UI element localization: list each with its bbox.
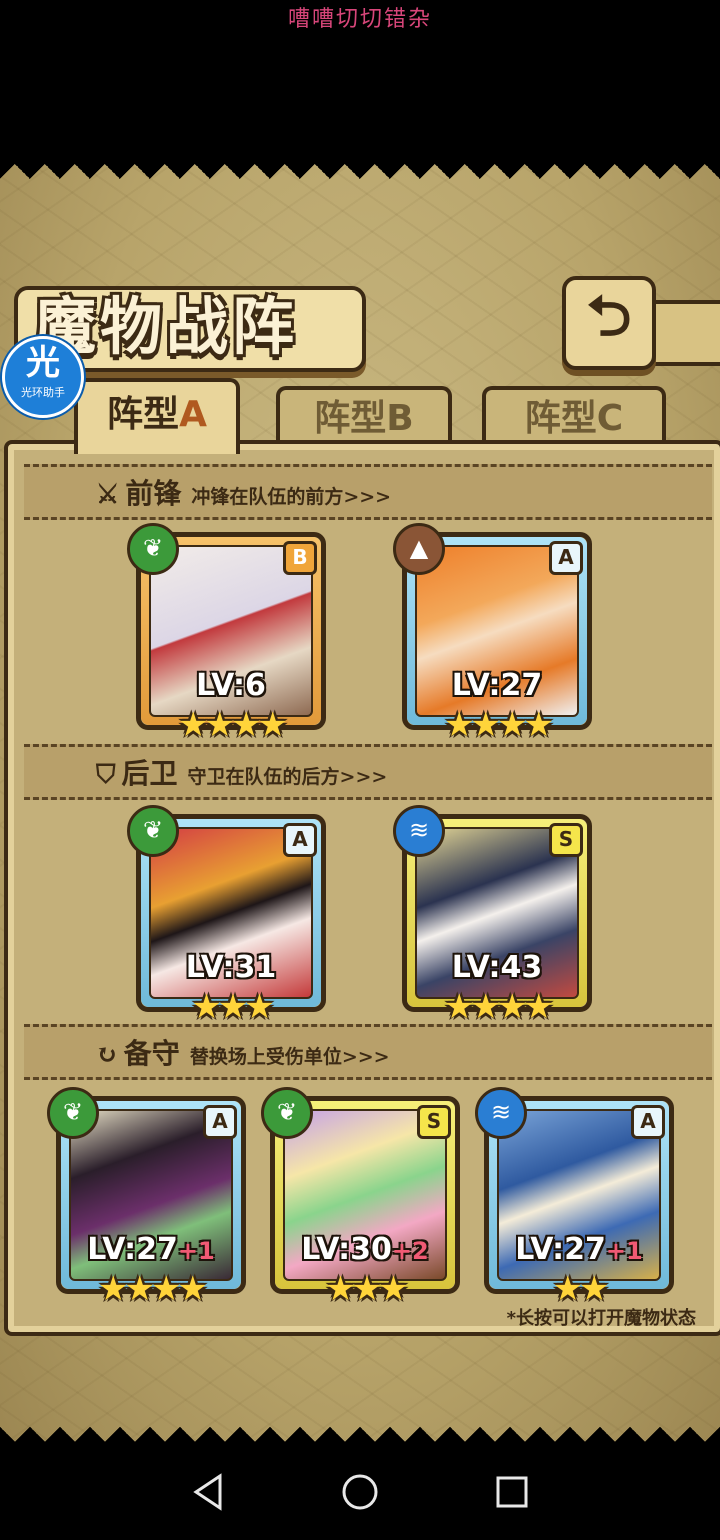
section-title-reserve: ↻ 备守 替换场上受伤单位>>> [96,1037,390,1070]
grass-element-icon: ❦ [127,523,179,575]
system-nav-bar [0,1442,720,1540]
tab-label: 阵型 [524,398,597,439]
back-triangle-icon[interactable] [186,1470,230,1514]
rank-badge: B [283,541,317,575]
tab-label: 阵型 [314,398,387,439]
rank-badge: S [549,823,583,857]
tab-letter: B [386,398,414,439]
game-area: 魔物战阵 ⮌ 光 光环助手 阵型A 阵型B 阵型C ⚔ 前锋 冲锋在队伍的前方>>>… [0,164,720,1442]
monster-card[interactable]: ❦ A LV:31 ★★★ [127,805,326,1027]
helper-glyph: 光 [26,343,60,383]
swap-icon: ↻ [96,1040,118,1070]
rank-badge: S [417,1105,451,1139]
grass-element-icon: ❦ [47,1087,99,1139]
star-rating: ★★★★ [444,987,554,1027]
earth-element-icon: ▲ [393,523,445,575]
section-subtitle: 替换场上受伤单位>>> [189,1046,390,1068]
shield-icon: ⛉ [96,760,116,790]
monster-card[interactable]: ❦ S LV:30+2 ★★★ [261,1087,460,1309]
back-button-tail [648,300,720,366]
level-label: LV:31 [185,950,277,985]
tab-formation-a[interactable]: 阵型A [74,378,240,454]
grass-element-icon: ❦ [127,805,179,857]
water-element-icon: ≋ [475,1087,527,1139]
monster-card[interactable]: ≋ S LV:43 ★★★★ [393,805,592,1027]
monster-card[interactable]: ▲ A LV:27 ★★★★ [393,523,592,745]
back-button[interactable]: ⮌ [562,276,656,370]
monster-card[interactable]: ❦ B LV:6 ★★★★ [127,523,326,745]
level-label: LV:43 [451,950,543,985]
helper-label: 光环助手 [21,386,65,399]
app-title: 嘈嘈切切错杂 [287,7,432,32]
formation-panel: ⚔ 前锋 冲锋在队伍的前方>>> ❦ B LV:6 ★★★★ ▲ A LV:27 ★… [4,440,720,1336]
tab-letter: C [596,398,624,439]
rank-badge: A [549,541,583,575]
rank-badge: A [283,823,317,857]
level-label: LV:27+1 [87,1232,215,1267]
tab-label: 阵型 [107,394,180,435]
recents-square-icon[interactable] [490,1470,534,1514]
sword-icon: ⚔ [96,480,120,510]
home-circle-icon[interactable] [338,1470,382,1514]
section-title-vanguard: ⚔ 前锋 冲锋在队伍的前方>>> [96,477,392,510]
star-rating: ★★ [552,1269,610,1309]
helper-floating-button[interactable]: 光 光环助手 [2,336,84,418]
rank-badge: A [631,1105,665,1139]
section-subtitle: 守卫在队伍的后方>>> [187,766,388,788]
tab-formation-c[interactable]: 阵型C [482,386,666,448]
star-rating: ★★★★ [444,705,554,745]
grass-element-icon: ❦ [261,1087,313,1139]
level-label: LV:27+1 [515,1232,643,1267]
star-rating: ★★★ [191,987,274,1027]
level-label: LV:30+2 [301,1232,429,1267]
star-rating: ★★★★ [98,1269,208,1309]
long-press-hint: *长按可以打开魔物状态 [506,1308,696,1329]
star-rating: ★★★★ [178,705,288,745]
tab-formation-b[interactable]: 阵型B [276,386,452,448]
monster-card[interactable]: ≋ A LV:27+1 ★★ [475,1087,674,1309]
section-title-rearguard: ⛉ 后卫 守卫在队伍的后方>>> [96,757,388,790]
monster-card[interactable]: ❦ A LV:27+1 ★★★★ [47,1087,246,1309]
rank-badge: A [203,1105,237,1139]
torn-edge-top [0,164,720,190]
tab-letter: A [179,394,207,435]
formation-tabs: 阵型A 阵型B 阵型C [62,378,712,454]
section-subtitle: 冲锋在队伍的前方>>> [191,486,392,508]
torn-edge-bottom [0,1416,720,1442]
star-rating: ★★★ [325,1269,408,1309]
level-label: LV:6 [196,668,266,703]
return-arrow-icon: ⮌ [586,283,632,349]
water-element-icon: ≋ [393,805,445,857]
level-label: LV:27 [451,668,543,703]
